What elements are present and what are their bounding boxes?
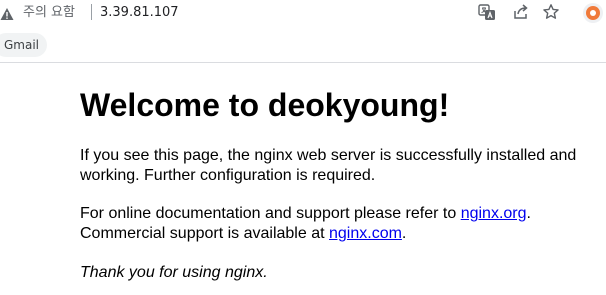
page-content: Welcome to deokyoung! If you see this pa… bbox=[80, 82, 600, 283]
install-message: If you see this page, the nginx web serv… bbox=[80, 147, 577, 184]
bookmark-gmail[interactable]: Gmail bbox=[0, 33, 48, 57]
url-separator bbox=[91, 4, 92, 20]
period: . bbox=[401, 225, 407, 242]
bookmarks-bar: Gmail bbox=[0, 30, 606, 63]
documentation-paragraph: For online documentation and support ple… bbox=[80, 204, 600, 244]
bookmark-star-icon[interactable] bbox=[542, 3, 560, 21]
warning-icon[interactable] bbox=[0, 6, 14, 20]
nginx-org-link[interactable]: nginx.org bbox=[461, 205, 527, 222]
security-status-label[interactable]: 주의 요함 bbox=[23, 4, 75, 22]
page-heading: Welcome to deokyoung! bbox=[80, 87, 450, 123]
share-icon[interactable] bbox=[512, 3, 530, 21]
period: . bbox=[526, 205, 531, 222]
commercial-support-text: Commercial support is available at bbox=[80, 225, 329, 242]
translate-icon[interactable] bbox=[478, 3, 496, 21]
extension-icon[interactable] bbox=[583, 3, 603, 23]
url-text[interactable]: 3.39.81.107 bbox=[100, 4, 179, 22]
address-bar[interactable]: 주의 요함 3.39.81.107 bbox=[0, 0, 606, 30]
thank-you-message: Thank you for using nginx. bbox=[80, 264, 268, 281]
documentation-text: For online documentation and support ple… bbox=[80, 205, 461, 222]
nginx-com-link[interactable]: nginx.com bbox=[329, 225, 402, 242]
